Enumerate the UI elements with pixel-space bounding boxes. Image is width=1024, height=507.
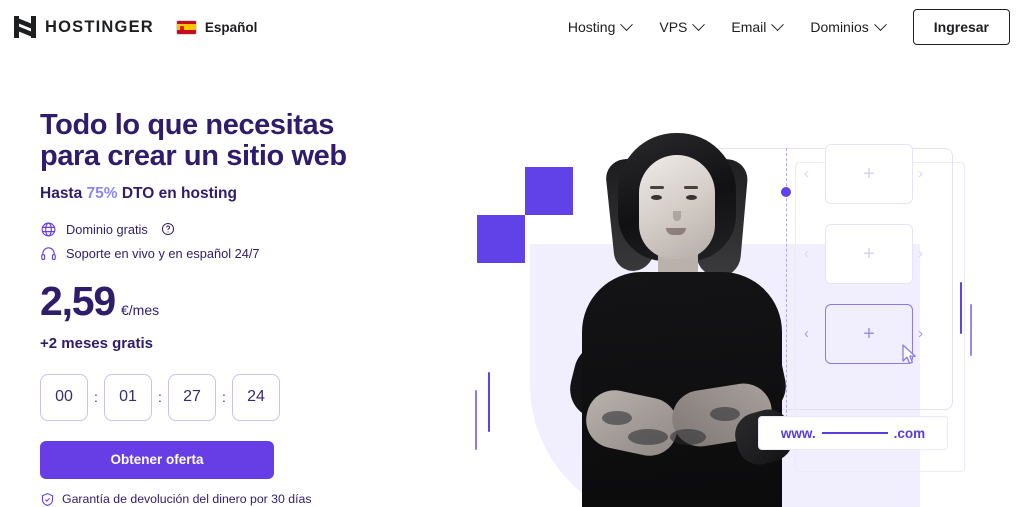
portrait-photo <box>550 129 800 507</box>
placeholder-card-1[interactable]: + <box>825 144 913 204</box>
nav-item-hosting[interactable]: Hosting <box>567 17 634 35</box>
main-navigation: Hosting VPS Email Dominios Ingresar <box>568 9 1024 45</box>
headline-line-2: para crear un sitio web <box>40 140 347 173</box>
price-block: 2,59 €/mes <box>40 277 460 324</box>
hero-illustration: + ‹ › + ‹ › + ‹ › www. .com <box>455 54 1024 507</box>
purple-square-bottom <box>477 215 525 263</box>
placeholder-card-3-selected[interactable]: + <box>825 304 913 364</box>
countdown-days: 00 <box>40 373 88 421</box>
site-header: HOSTINGER Español Hosting VPS Email Domi… <box>0 0 1024 54</box>
accent-line-left-2 <box>475 390 477 450</box>
nav-item-label: Dominios <box>810 19 869 35</box>
chevron-down-icon <box>771 17 785 31</box>
nav-item-email[interactable]: Email <box>731 17 785 35</box>
countdown-separator: : <box>158 389 162 406</box>
page-title: Todo lo que necesitas para crear un siti… <box>40 109 460 173</box>
countdown-seconds: 24 <box>232 373 280 421</box>
feature-support: Soporte en vivo y en español 24/7 <box>40 245 460 262</box>
feature-label: Soporte en vivo y en español 24/7 <box>66 245 260 261</box>
bonus-months-label: +2 meses gratis <box>40 334 153 352</box>
nav-item-vps[interactable]: VPS <box>659 17 706 35</box>
countdown-timer: 00 : 01 : 27 : 24 <box>40 373 460 421</box>
plus-icon: + <box>863 323 875 345</box>
login-button[interactable]: Ingresar <box>912 9 1010 45</box>
get-offer-button[interactable]: Obtener oferta <box>40 440 274 479</box>
price-unit: €/mes <box>121 301 160 318</box>
plus-icon: + <box>863 243 875 265</box>
language-label: Español <box>204 19 258 35</box>
feature-free-domain: Dominio gratis <box>40 221 460 238</box>
card-prev-arrow-icon[interactable]: ‹ <box>804 166 809 181</box>
url-blank-field[interactable] <box>821 432 888 434</box>
guarantee-label: Garantía de devolución del dinero por 30… <box>62 492 312 507</box>
headline-line-1: Todo lo que necesitas <box>40 109 335 141</box>
placeholder-card-2[interactable]: + <box>825 224 913 284</box>
countdown-separator: : <box>222 389 226 406</box>
brand-name: HOSTINGER <box>45 17 154 36</box>
landing-page: HOSTINGER Español Hosting VPS Email Domi… <box>0 0 1024 507</box>
language-selector[interactable]: Español <box>175 19 258 35</box>
shield-check-icon <box>41 492 54 506</box>
price-value: 2,59 <box>40 277 116 324</box>
countdown-separator: : <box>94 389 98 406</box>
headset-icon <box>41 246 56 260</box>
mouse-pointer-icon <box>902 344 916 365</box>
url-suffix-label: .com <box>893 425 926 441</box>
accent-line-right-2 <box>970 304 972 356</box>
domain-search-bar[interactable]: www. .com <box>758 416 948 450</box>
chevron-down-icon <box>692 17 706 31</box>
card-next-arrow-icon[interactable]: › <box>918 166 923 181</box>
subhead-prefix: Hasta <box>40 184 87 202</box>
nav-item-label: Email <box>731 19 767 35</box>
countdown-minutes: 27 <box>168 373 216 421</box>
globe-icon <box>41 222 56 237</box>
guide-anchor-dot <box>781 187 791 197</box>
question-circle-icon[interactable] <box>161 222 175 236</box>
chevron-down-icon <box>620 17 634 31</box>
feature-label: Dominio gratis <box>66 221 148 237</box>
discount-subheadline: Hasta 75% DTO en hosting <box>40 185 460 203</box>
accent-line-left-1 <box>488 372 490 432</box>
card-next-arrow-icon[interactable]: › <box>918 246 923 261</box>
card-prev-arrow-icon[interactable]: ‹ <box>804 246 809 261</box>
feature-list: Dominio gratis Soporte en vivo y en espa… <box>40 221 460 262</box>
countdown-hours: 01 <box>104 373 152 421</box>
hero-content: Todo lo que necesitas para crear un siti… <box>40 109 460 507</box>
chevron-down-icon <box>873 17 887 31</box>
nav-item-label: VPS <box>659 19 688 35</box>
nav-item-label: Hosting <box>567 19 616 35</box>
spain-flag-icon <box>175 19 197 35</box>
url-prefix-label: www. <box>780 425 816 441</box>
hostinger-h-logo-icon <box>14 16 36 38</box>
money-back-guarantee: Garantía de devolución del dinero por 30… <box>40 492 460 507</box>
subhead-suffix: DTO en hosting <box>117 184 237 202</box>
plus-icon: + <box>863 163 875 185</box>
card-next-arrow-icon[interactable]: › <box>918 326 923 341</box>
card-prev-arrow-icon[interactable]: ‹ <box>804 326 809 341</box>
nav-item-dominios[interactable]: Dominios <box>810 17 887 35</box>
brand-logo[interactable]: HOSTINGER <box>14 16 154 38</box>
discount-percent: 75% <box>86 184 118 202</box>
